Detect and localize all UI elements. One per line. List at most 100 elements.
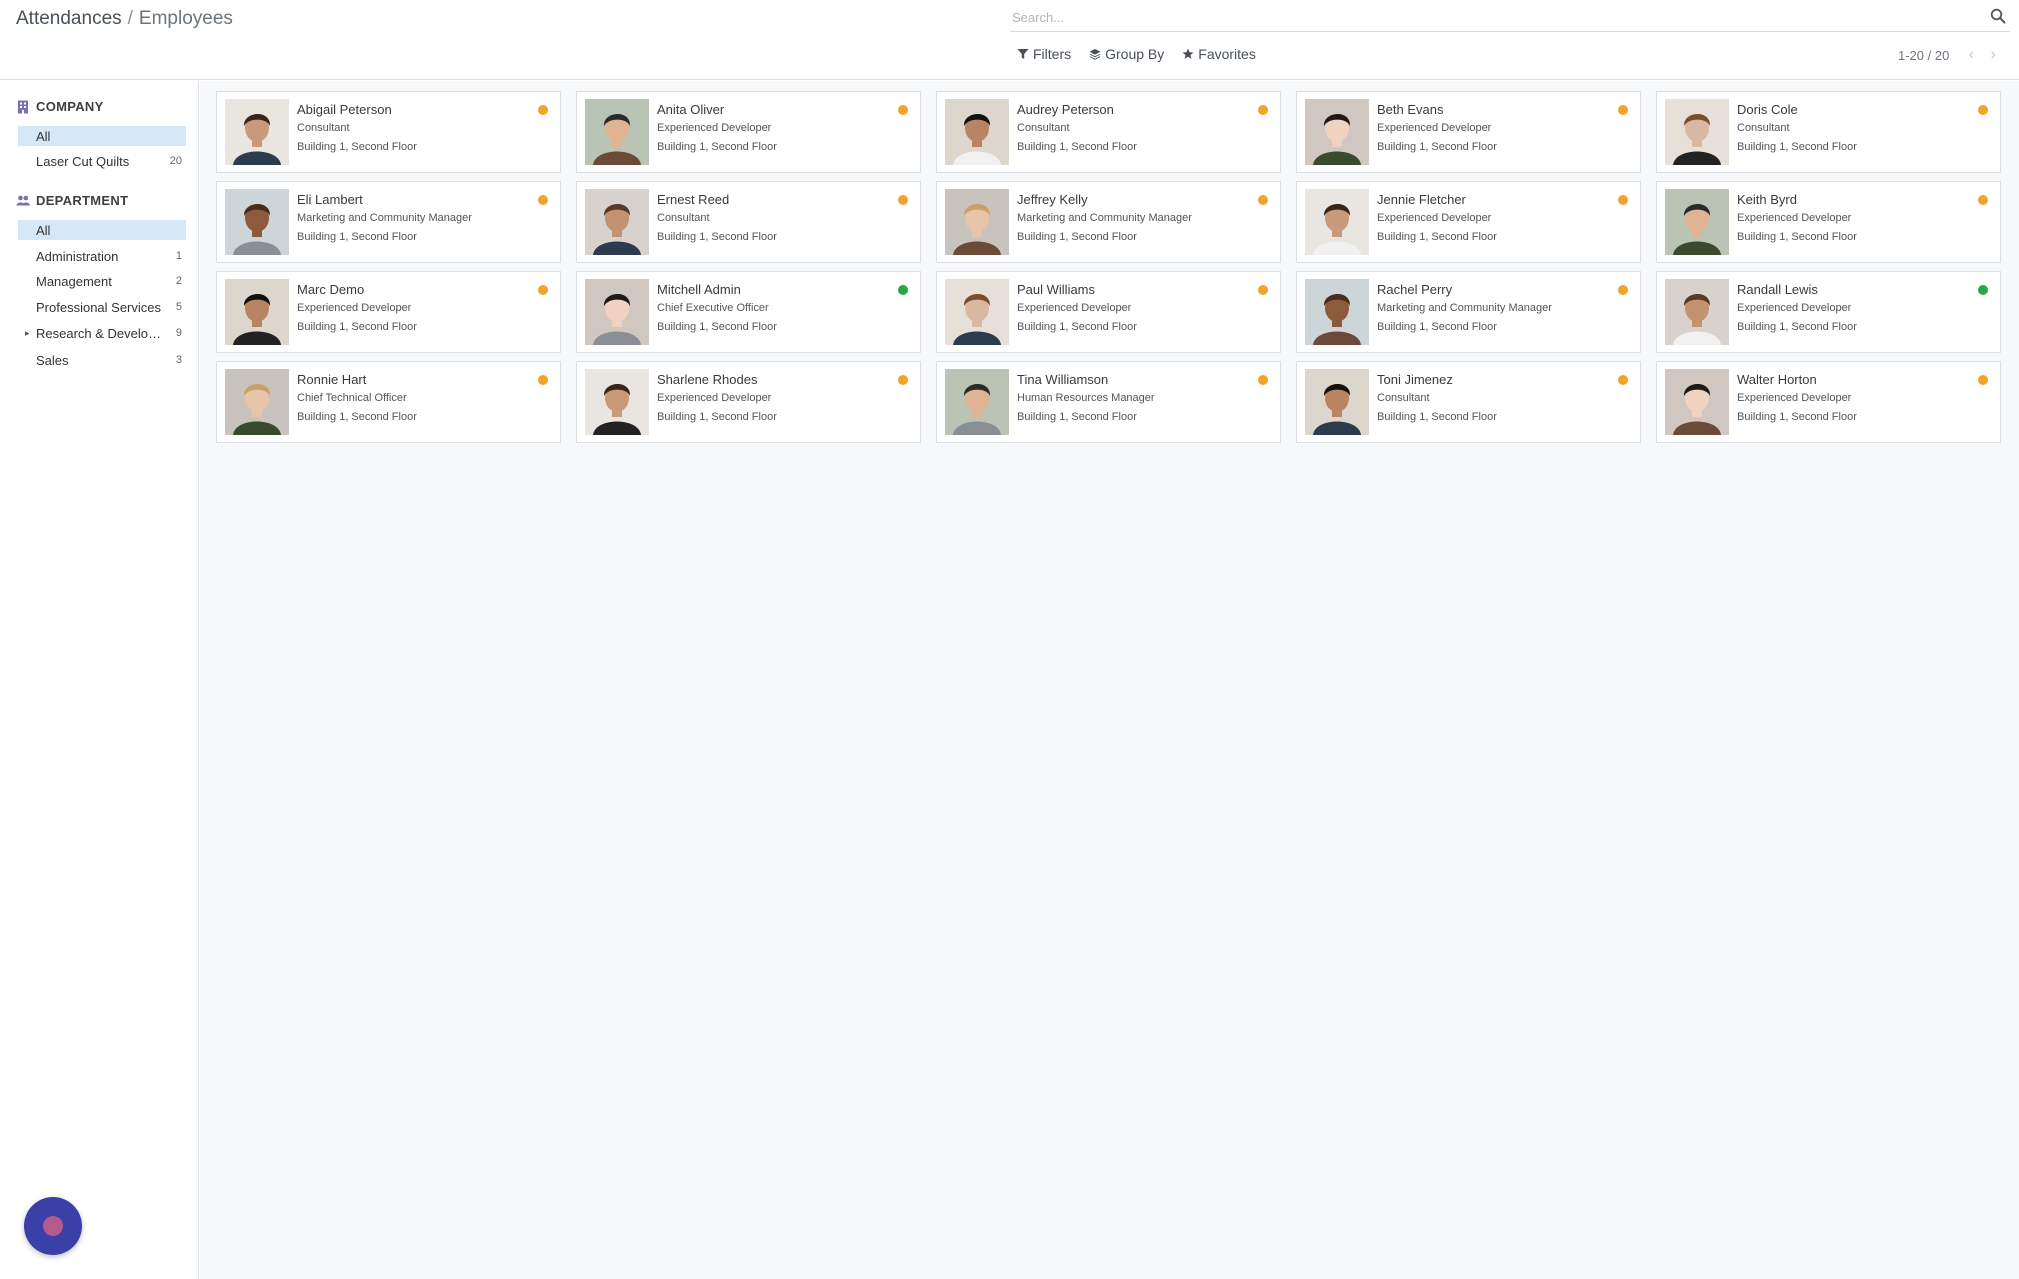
employee-name: Beth Evans (1377, 102, 1444, 117)
employee-avatar (945, 189, 1009, 255)
employee-work-location: Building 1, Second Floor (657, 321, 777, 333)
department-filter-count: 3 (175, 354, 182, 366)
expand-caret-icon[interactable]: ▸ (25, 328, 30, 339)
department-filter-management[interactable]: Management 2 (18, 271, 186, 291)
employee-avatar (1305, 279, 1369, 345)
employee-card[interactable]: Tina Williamson Human Resources Manager Bu… (936, 361, 1281, 443)
control-panel: Attendances/Employees Filters Group By F… (0, 0, 2019, 80)
building-icon (18, 100, 28, 113)
employee-job-title: Consultant (297, 122, 350, 134)
department-filter-sales[interactable]: Sales 3 (18, 350, 186, 370)
company-filter-all[interactable]: All (18, 126, 186, 146)
company-section-title: COMPANY (36, 99, 104, 114)
employee-card[interactable]: Walter Horton Experienced Developer Buildi… (1656, 361, 2001, 443)
department-filter-count: 5 (175, 301, 182, 313)
presence-status-icon (1618, 195, 1628, 205)
department-filter-professional-services[interactable]: Professional Services 5 (18, 297, 186, 317)
employee-card[interactable]: Rachel Perry Marketing and Community Mana… (1296, 271, 1641, 353)
breadcrumb-separator: / (127, 8, 133, 29)
employee-avatar (1665, 369, 1729, 435)
employee-card[interactable]: Ernest Reed Consultant Building 1, Second … (576, 181, 921, 263)
search-panel-sidebar: COMPANY All Laser Cut Quilts 20 DEPARTME… (0, 81, 199, 1279)
search-bar (1010, 4, 2010, 32)
employee-card[interactable]: Anita Oliver Experienced Developer Buildin… (576, 91, 921, 173)
presence-status-icon (538, 195, 548, 205)
company-filter-count: 20 (169, 155, 182, 167)
company-filter-laser-cut-quilts[interactable]: Laser Cut Quilts 20 (18, 151, 186, 171)
employee-work-location: Building 1, Second Floor (657, 231, 777, 243)
employee-name: Ernest Reed (657, 192, 730, 207)
search-icon[interactable] (1990, 8, 2006, 24)
employee-work-location: Building 1, Second Floor (1377, 141, 1497, 153)
employee-card[interactable]: Eli Lambert Marketing and Community Manag… (216, 181, 561, 263)
employee-work-location: Building 1, Second Floor (657, 411, 777, 423)
employee-card[interactable]: Paul Williams Experienced Developer Buildi… (936, 271, 1281, 353)
employee-avatar (225, 279, 289, 345)
employee-work-location: Building 1, Second Floor (1737, 231, 1857, 243)
company-filter-label: Laser Cut Quilts (36, 153, 130, 169)
presence-status-icon (1258, 375, 1268, 385)
employee-kanban-view: Abigail Peterson Consultant Building 1, Se… (200, 81, 2019, 1279)
employee-name: Walter Horton (1737, 372, 1817, 387)
breadcrumb-current: Employees (138, 8, 233, 29)
livechat-bubble[interactable] (24, 1197, 82, 1255)
star-icon (1182, 48, 1194, 59)
department-filter-label: Management (36, 273, 112, 289)
employee-card[interactable]: Marc Demo Experienced Developer Building 1… (216, 271, 561, 353)
search-input[interactable] (1010, 4, 1970, 30)
employee-card[interactable]: Sharlene Rhodes Experienced Developer Buil… (576, 361, 921, 443)
employee-name: Anita Oliver (657, 102, 725, 117)
employee-work-location: Building 1, Second Floor (1737, 321, 1857, 333)
department-filter-label: Administration (36, 248, 119, 264)
employee-name: Ronnie Hart (297, 372, 367, 387)
breadcrumb-parent-link[interactable]: Attendances (16, 8, 122, 29)
employee-work-location: Building 1, Second Floor (1377, 411, 1497, 423)
employee-card[interactable]: Keith Byrd Experienced Developer Building … (1656, 181, 2001, 263)
pager-next-button[interactable]: › (1983, 46, 2003, 64)
employee-card[interactable]: Abigail Peterson Consultant Building 1, Se… (216, 91, 561, 173)
employee-card[interactable]: Jeffrey Kelly Marketing and Community Man… (936, 181, 1281, 263)
employee-job-title: Consultant (657, 212, 710, 224)
employee-avatar (945, 279, 1009, 345)
employee-job-title: Experienced Developer (657, 392, 772, 404)
employee-name: Doris Cole (1737, 102, 1798, 117)
employee-name: Mitchell Admin (657, 282, 741, 297)
presence-status-icon (538, 105, 548, 115)
employee-job-title: Experienced Developer (1377, 122, 1492, 134)
employee-job-title: Marketing and Community Manager (297, 212, 472, 224)
employee-card[interactable]: Jennie Fletcher Experienced Developer Buil… (1296, 181, 1641, 263)
department-filter-research-development[interactable]: ▸ Research & Develop... 9 (18, 323, 186, 343)
filters-button[interactable]: Filters (1017, 46, 1071, 62)
employee-name: Jeffrey Kelly (1017, 192, 1088, 207)
employee-card[interactable]: Toni Jimenez Consultant Building 1, Second… (1296, 361, 1641, 443)
presence-status-icon (1258, 285, 1268, 295)
employee-card[interactable]: Randall Lewis Experienced Developer Buildi… (1656, 271, 2001, 353)
employee-job-title: Consultant (1737, 122, 1790, 134)
employee-job-title: Experienced Developer (1737, 212, 1852, 224)
department-filter-count: 9 (175, 327, 182, 339)
employee-card[interactable]: Audrey Peterson Consultant Building 1, Sec… (936, 91, 1281, 173)
group-by-button[interactable]: Group By (1089, 46, 1164, 62)
department-filter-all[interactable]: All (18, 220, 186, 240)
department-filter-count: 2 (175, 275, 182, 287)
employee-job-title: Experienced Developer (1377, 212, 1492, 224)
presence-status-icon (538, 375, 548, 385)
employee-card[interactable]: Beth Evans Experienced Developer Building … (1296, 91, 1641, 173)
favorites-label: Favorites (1198, 46, 1256, 62)
favorites-button[interactable]: Favorites (1182, 46, 1256, 62)
employee-job-title: Experienced Developer (657, 122, 772, 134)
pager-previous-button[interactable]: ‹ (1961, 46, 1981, 64)
employee-card[interactable]: Mitchell Admin Chief Executive Officer Bui… (576, 271, 921, 353)
employee-card[interactable]: Doris Cole Consultant Building 1, Second F… (1656, 91, 2001, 173)
employee-card[interactable]: Ronnie Hart Chief Technical Officer Buildi… (216, 361, 561, 443)
chat-icon (43, 1216, 63, 1236)
employee-name: Jennie Fletcher (1377, 192, 1466, 207)
department-filter-administration[interactable]: Administration 1 (18, 246, 186, 266)
pager-value[interactable]: 1-20 / 20 (1898, 48, 1949, 63)
department-section-header: DEPARTMENT (16, 193, 128, 208)
employee-avatar (225, 189, 289, 255)
employee-name: Rachel Perry (1377, 282, 1453, 297)
employee-name: Eli Lambert (297, 192, 363, 207)
employee-work-location: Building 1, Second Floor (297, 321, 417, 333)
employee-name: Keith Byrd (1737, 192, 1797, 207)
